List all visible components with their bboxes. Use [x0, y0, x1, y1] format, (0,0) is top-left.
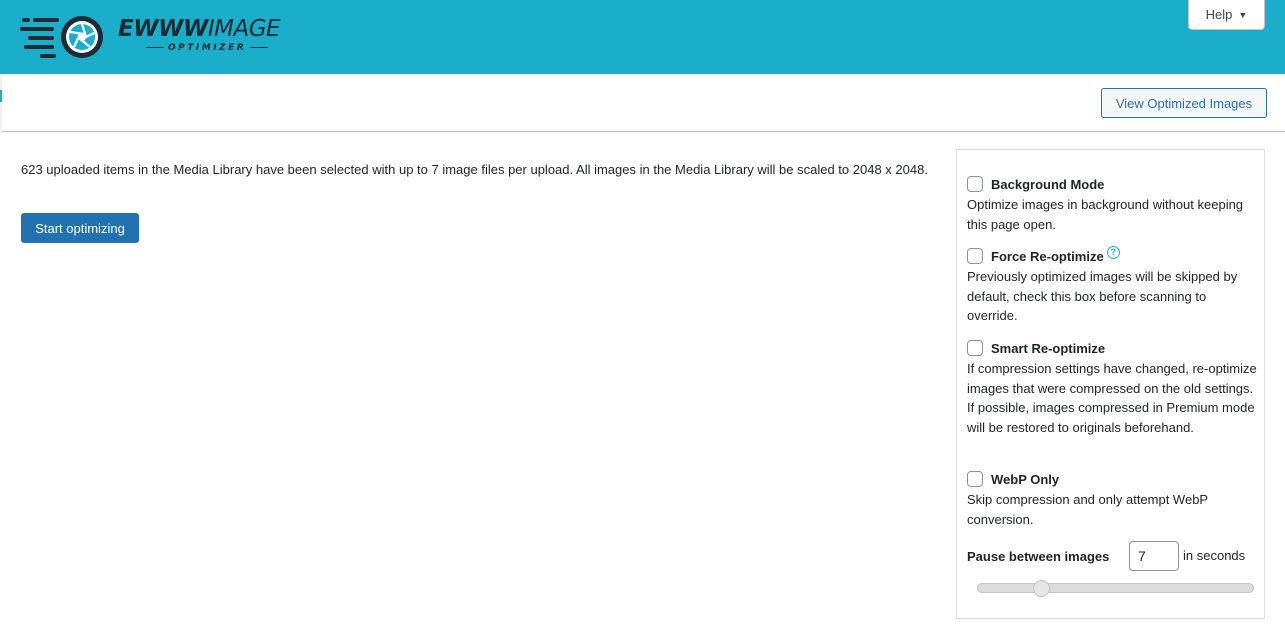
option-smart-reoptimize: Smart Re-optimize If compression setting…: [967, 338, 1257, 437]
help-label: Help: [1205, 7, 1233, 22]
logo-wordmark: EWWWIMAGE: [118, 16, 281, 42]
help-button[interactable]: Help ▼: [1188, 0, 1265, 30]
smart-reoptimize-desc: If compression settings have changed, re…: [967, 361, 1257, 435]
pause-label: Pause between images: [967, 549, 1110, 564]
webp-only-desc: Skip compression and only attempt WebP c…: [967, 492, 1208, 527]
pause-seconds-input[interactable]: [1129, 541, 1179, 571]
plugin-header: EWWWIMAGE OPTIMIZER Help ▼: [0, 0, 1285, 74]
option-force-reoptimize: Force Re-optimize ? Previously optimized…: [967, 245, 1257, 326]
webp-only-checkbox[interactable]: [967, 471, 983, 487]
pause-unit-label: in seconds: [1183, 548, 1246, 563]
webp-only-label: WebP Only: [991, 471, 1060, 487]
ewww-logo: EWWWIMAGE OPTIMIZER: [20, 12, 300, 62]
logo-subtitle: OPTIMIZER: [142, 43, 272, 53]
start-optimizing-button[interactable]: Start optimizing: [21, 213, 139, 243]
intro-text: 623 uploaded items in the Media Library …: [21, 162, 928, 177]
main-content: 623 uploaded items in the Media Library …: [0, 133, 1285, 633]
pause-setting: Pause between images in seconds: [967, 541, 1262, 571]
option-webp-only: WebP Only Skip compression and only atte…: [967, 469, 1257, 529]
option-background-mode: Background Mode Optimize images in backg…: [967, 174, 1257, 234]
options-panel: Background Mode Optimize images in backg…: [956, 149, 1265, 619]
smart-reoptimize-checkbox[interactable]: [967, 340, 983, 356]
slider-track[interactable]: [977, 583, 1254, 593]
caret-down-icon: ▼: [1238, 9, 1248, 20]
background-mode-checkbox[interactable]: [967, 176, 983, 192]
pause-slider[interactable]: [977, 580, 1254, 597]
toolbar: View Optimized Images: [2, 74, 1285, 132]
smart-reoptimize-label: Smart Re-optimize: [991, 340, 1106, 356]
force-reoptimize-desc: Previously optimized images will be skip…: [967, 269, 1238, 324]
force-reoptimize-checkbox[interactable]: [967, 248, 983, 264]
background-mode-desc: Optimize images in background without ke…: [967, 197, 1244, 232]
view-optimized-images-button[interactable]: View Optimized Images: [1101, 88, 1267, 118]
slider-handle[interactable]: [1032, 580, 1050, 597]
help-question-icon[interactable]: ?: [1106, 245, 1120, 259]
force-reoptimize-label: Force Re-optimize: [991, 248, 1104, 264]
aperture-icon: [20, 16, 103, 58]
background-mode-label: Background Mode: [991, 176, 1105, 192]
